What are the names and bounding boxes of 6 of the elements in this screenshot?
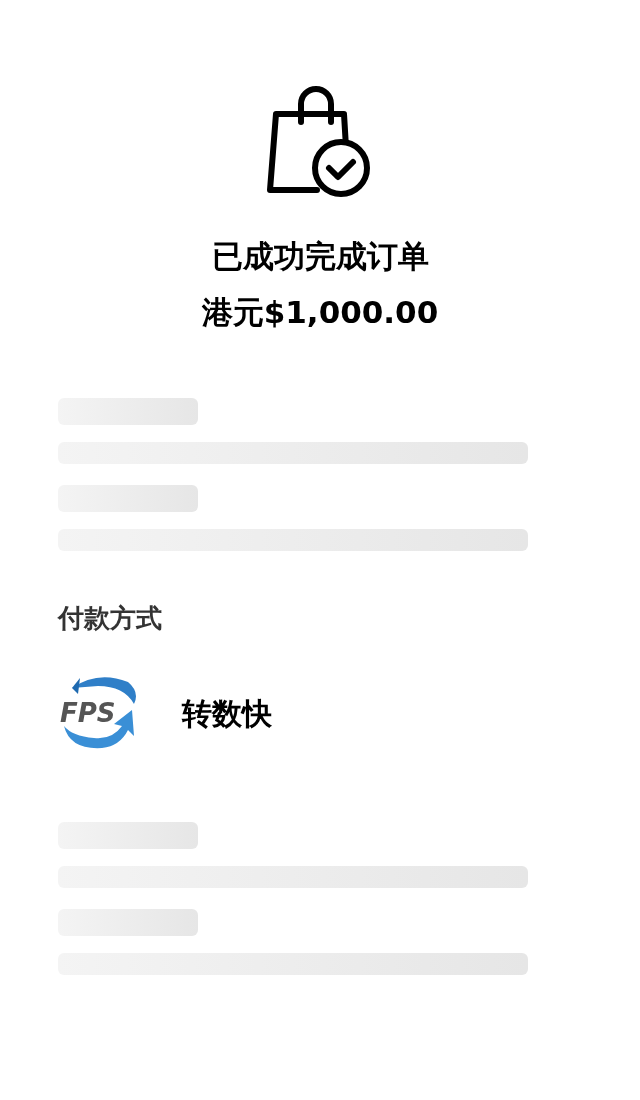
payment-method-name: 转数快 [182,694,272,733]
order-amount: 港元$1,000.00 [201,293,439,332]
payment-method-heading: 付款方式 [58,603,162,633]
shopping-bag-check-icon [267,86,373,198]
order-status-title: 已成功完成订单 [211,237,429,276]
logo-text: FPS [60,698,116,728]
